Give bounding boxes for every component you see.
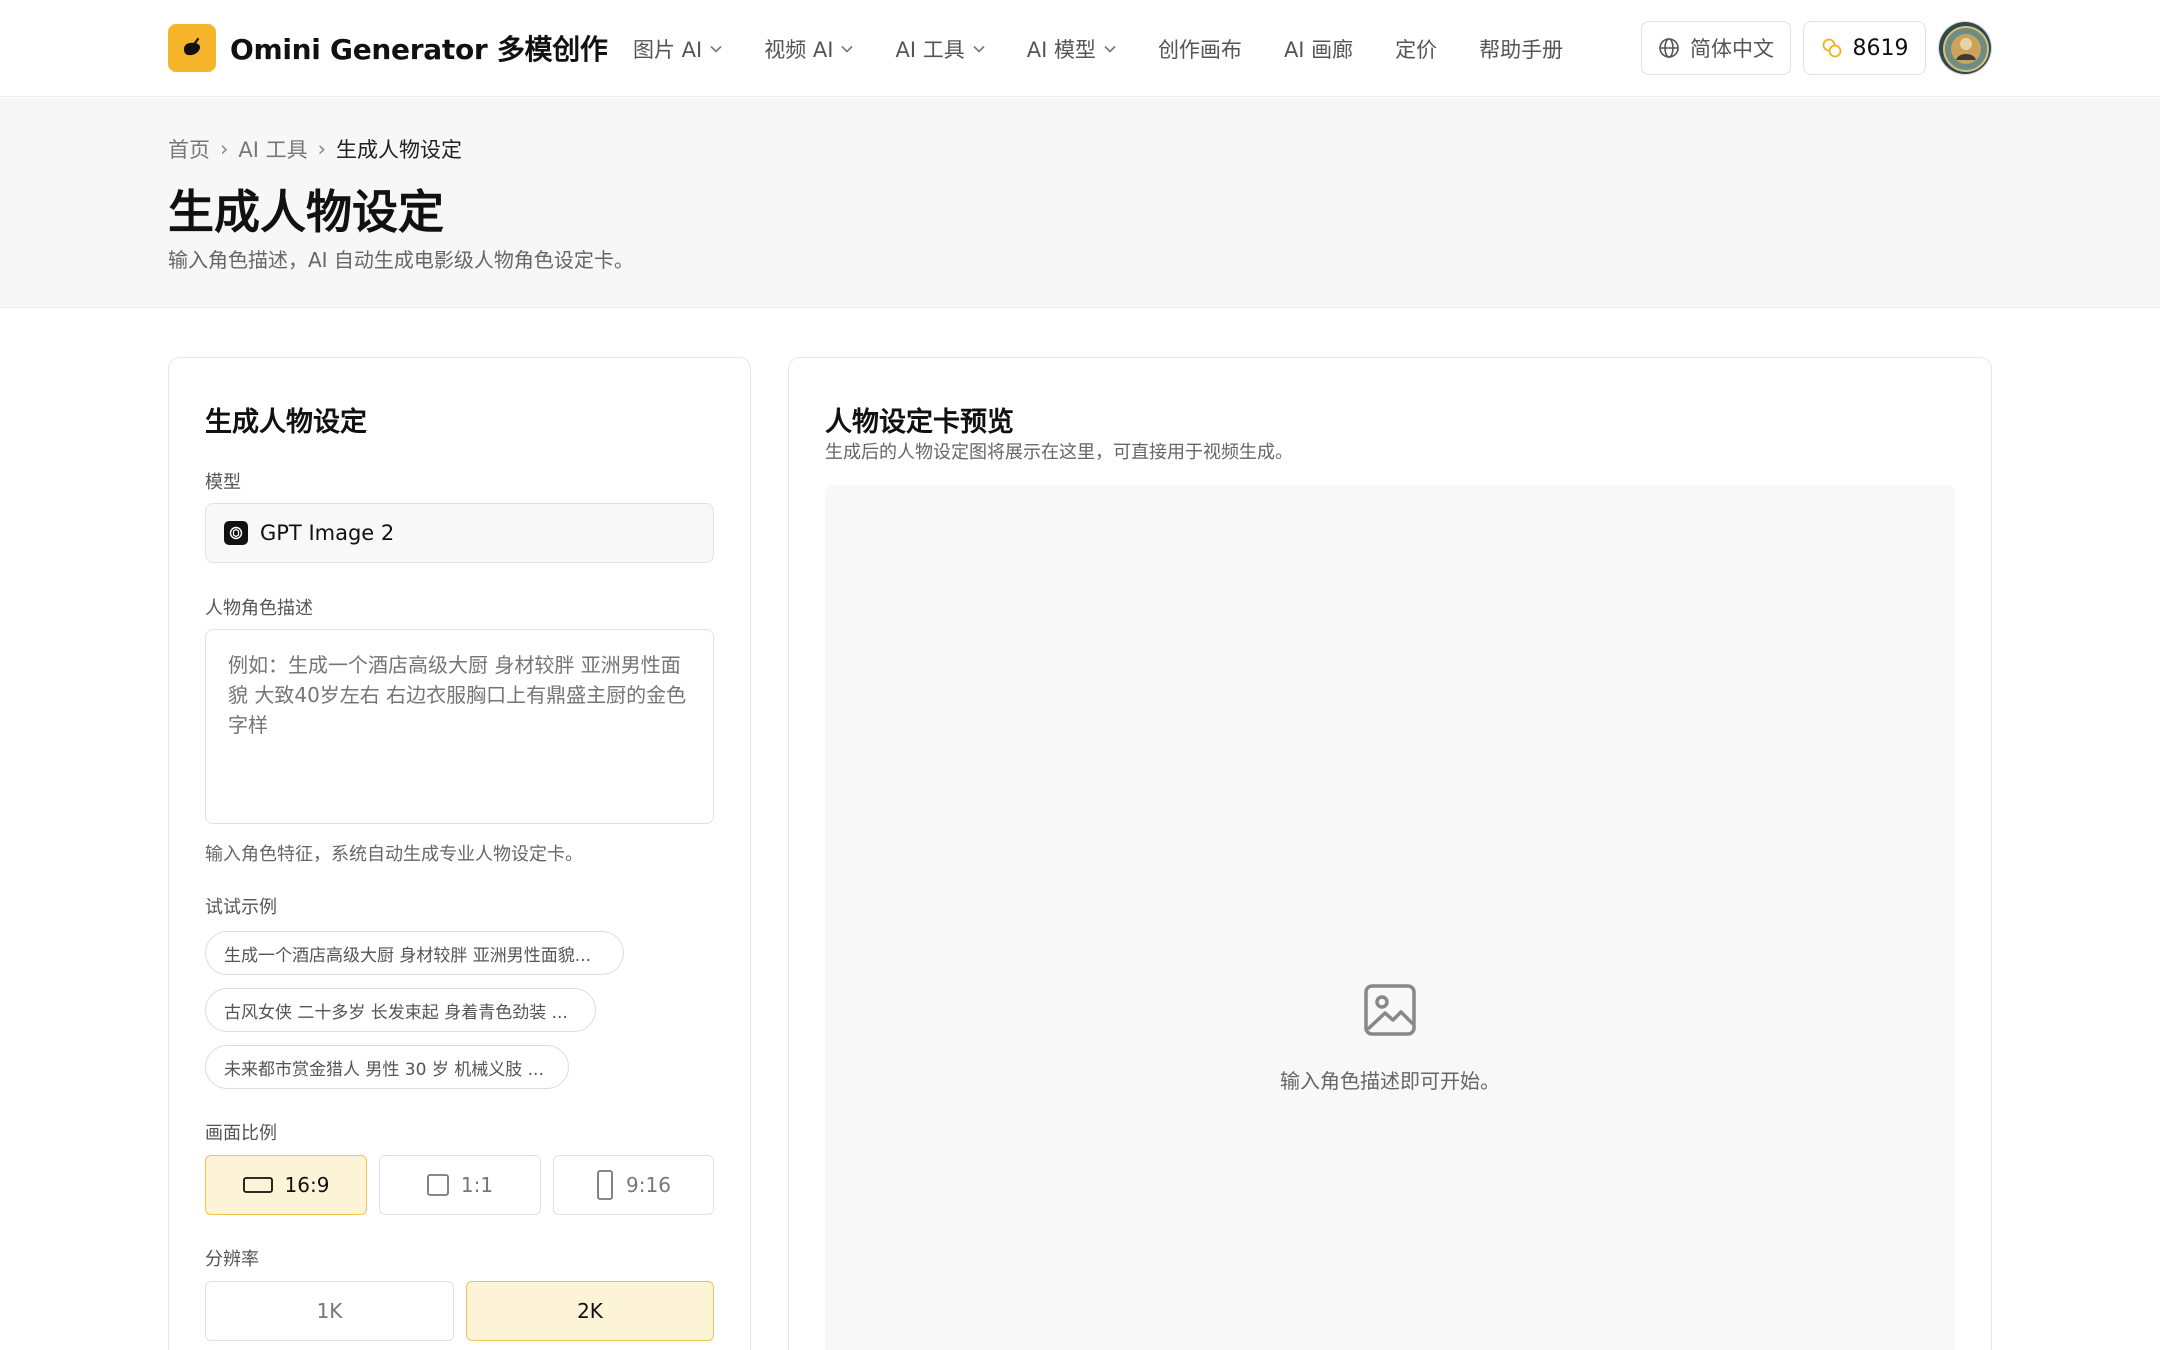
nav-label: 定价	[1395, 37, 1438, 62]
breadcrumb-section[interactable]: AI 工具	[238, 134, 307, 164]
ratio-16-9-button[interactable]: 16:9	[205, 1155, 367, 1215]
language-label: 简体中文	[1690, 37, 1774, 61]
nav-canvas[interactable]: 创作画布	[1158, 34, 1242, 64]
openai-icon	[224, 521, 248, 545]
example-chip[interactable]: 生成一个酒店高级大厨 身材较胖 亚洲男性面貌...	[205, 931, 624, 975]
example-chip[interactable]: 古风女侠 二十多岁 长发束起 身着青色劲装 ...	[205, 988, 596, 1032]
square-icon	[427, 1174, 449, 1196]
example-chip-label: 生成一个酒店高级大厨 身材较胖 亚洲男性面貌...	[224, 945, 592, 966]
main-nav: 图片 AI 视频 AI AI 工具 AI 模型 创作画布 AI 画廊 定价 帮助…	[633, 0, 1605, 97]
image-placeholder-icon	[1363, 983, 1417, 1041]
breadcrumb: 首页 › AI 工具 › 生成人物设定	[168, 134, 462, 164]
preview-title: 人物设定卡预览	[825, 407, 1014, 438]
nav-gallery[interactable]: AI 画廊	[1284, 34, 1353, 64]
model-select[interactable]: GPT Image 2	[205, 503, 714, 563]
nav-image-ai[interactable]: 图片 AI	[633, 34, 722, 64]
preview-card: 人物设定卡预览 生成后的人物设定图将展示在这里，可直接用于视频生成。 输入角色描…	[788, 357, 1992, 1350]
nav-label: 创作画布	[1157, 37, 1242, 62]
portrait-icon	[596, 1170, 614, 1200]
generation-form-card: 生成人物设定 模型 GPT Image 2 人物角色描述 输入角色特征，系统自动…	[168, 357, 751, 1350]
ratio-1-1-button[interactable]: 1:1	[379, 1155, 541, 1215]
chevron-down-icon	[841, 45, 854, 53]
resolution-label-text: 2K	[577, 1299, 603, 1323]
top-navigation-bar: Omini Generator 多模创作 图片 AI 视频 AI AI 工具 A…	[0, 0, 2160, 97]
model-label: 模型	[205, 472, 241, 493]
nav-label: 视频 AI	[764, 37, 834, 62]
aspect-ratio-label: 画面比例	[205, 1123, 277, 1144]
breadcrumb-home[interactable]: 首页	[168, 134, 210, 164]
description-label: 人物角色描述	[205, 598, 313, 619]
model-name: GPT Image 2	[260, 521, 395, 545]
page-subtitle: 输入角色描述，AI 自动生成电影级人物角色设定卡。	[168, 248, 634, 272]
nav-label: AI 模型	[1026, 37, 1096, 62]
user-avatar[interactable]	[1938, 21, 1992, 75]
ratio-9-16-button[interactable]: 9:16	[553, 1155, 714, 1215]
nav-label: 帮助手册	[1479, 37, 1564, 62]
page-hero: 首页 › AI 工具 › 生成人物设定 生成人物设定 输入角色描述，AI 自动生…	[0, 98, 2160, 308]
form-title: 生成人物设定	[205, 407, 367, 438]
brand-name: Omini Generator 多模创作	[230, 33, 608, 66]
banana-logo-icon	[168, 24, 216, 72]
language-button[interactable]: 简体中文	[1641, 21, 1791, 75]
nav-ai-tools[interactable]: AI 工具	[895, 34, 985, 64]
examples-label: 试试示例	[205, 897, 277, 918]
nav-video-ai[interactable]: 视频 AI	[764, 34, 854, 64]
nav-pricing[interactable]: 定价	[1395, 34, 1437, 64]
nav-label: 图片 AI	[633, 37, 703, 62]
ratio-label: 1:1	[460, 1173, 494, 1197]
nav-help[interactable]: 帮助手册	[1479, 34, 1563, 64]
chevron-down-icon	[1104, 45, 1116, 53]
nav-label: AI 工具	[895, 37, 965, 62]
resolution-2k-button[interactable]: 2K	[466, 1281, 714, 1341]
ratio-label: 9:16	[626, 1173, 671, 1197]
breadcrumb-separator: ›	[220, 137, 229, 161]
description-hint: 输入角色特征，系统自动生成专业人物设定卡。	[205, 844, 583, 865]
landscape-icon	[242, 1176, 273, 1194]
nav-ai-models[interactable]: AI 模型	[1027, 34, 1116, 64]
resolution-label: 分辨率	[205, 1249, 259, 1270]
page-title: 生成人物设定	[168, 185, 444, 239]
breadcrumb-current: 生成人物设定	[336, 138, 463, 162]
example-chip-label: 未来都市赏金猎人 男性 30 岁 机械义肢 ...	[224, 1059, 544, 1080]
ratio-label: 16:9	[284, 1173, 330, 1197]
preview-area: 输入角色描述即可开始。	[825, 485, 1955, 1350]
example-chip-label: 古风女侠 二十多岁 长发束起 身着青色劲装 ...	[224, 1002, 568, 1023]
character-description-input[interactable]	[205, 629, 714, 824]
resolution-label-text: 1K	[316, 1299, 343, 1323]
nav-label: AI 画廊	[1283, 37, 1354, 62]
breadcrumb-separator: ›	[317, 137, 327, 161]
example-chip[interactable]: 未来都市赏金猎人 男性 30 岁 机械义肢 ...	[205, 1045, 569, 1089]
coins-icon	[1821, 37, 1843, 59]
chevron-down-icon	[710, 45, 722, 53]
credits-count: 8619	[1852, 35, 1909, 61]
chevron-down-icon	[973, 45, 985, 53]
brand-logo[interactable]: Omini Generator 多模创作	[168, 24, 608, 72]
credits-button[interactable]: 8619	[1803, 21, 1926, 75]
globe-icon	[1658, 37, 1680, 59]
resolution-1k-button[interactable]: 1K	[205, 1281, 454, 1341]
empty-state-text: 输入角色描述即可开始。	[1280, 1069, 1500, 1093]
preview-subtitle: 生成后的人物设定图将展示在这里，可直接用于视频生成。	[825, 442, 1293, 463]
